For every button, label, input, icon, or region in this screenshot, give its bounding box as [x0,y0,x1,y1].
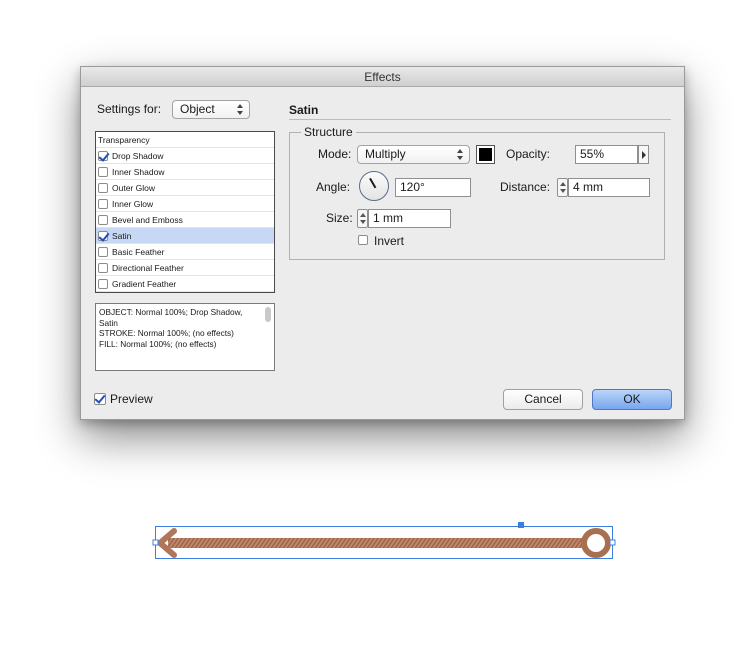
selection-right-handle[interactable] [609,539,616,546]
arrow-tail-circle[interactable] [581,528,611,558]
selection-top-handle[interactable] [518,522,524,528]
arrow-shaft[interactable] [168,538,584,548]
arrow-artwork [152,522,616,559]
selection-left-handle[interactable] [152,539,159,546]
